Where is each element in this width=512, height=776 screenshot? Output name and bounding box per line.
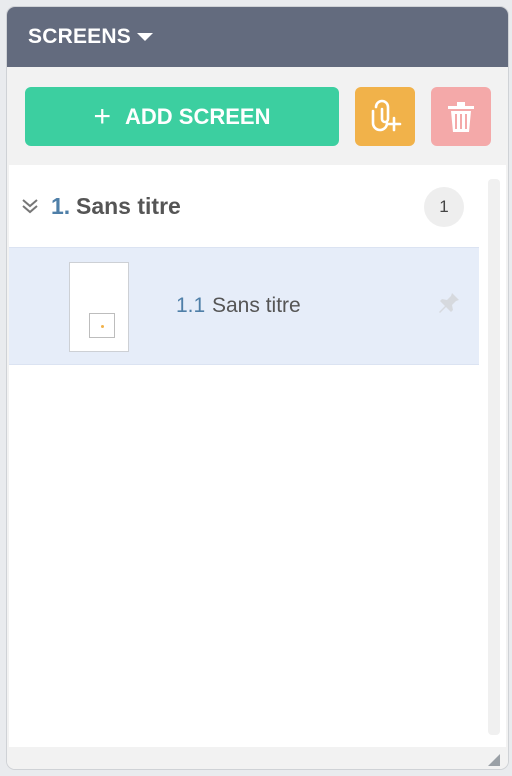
thumbnail-content: [89, 313, 115, 338]
link-plus-icon: [371, 99, 402, 131]
plus-icon: +: [93, 99, 112, 133]
trash-icon: [448, 101, 474, 132]
screen-number: 1.1: [176, 294, 206, 317]
screen-group-row[interactable]: 1. Sans titre 1: [9, 179, 479, 235]
screen-row[interactable]: 1.1 Sans titre: [9, 247, 479, 365]
screens-panel: SCREENS + ADD SCREEN 1. Sans titre 1 1.1…: [6, 6, 509, 770]
panel-footer: [7, 747, 508, 769]
chevron-down-icon[interactable]: [137, 33, 153, 41]
screen-thumbnail: [69, 262, 129, 352]
double-chevron-down-icon[interactable]: [21, 197, 39, 215]
toolbar: + ADD SCREEN: [7, 67, 508, 165]
scrollbar[interactable]: [488, 179, 500, 735]
screen-list: 1. Sans titre 1 1.1 Sans titre: [9, 165, 506, 747]
screen-name: Sans titre: [212, 294, 301, 317]
group-number: 1.: [51, 193, 71, 219]
delete-screen-button[interactable]: [431, 87, 491, 146]
resize-handle-icon[interactable]: [487, 753, 501, 767]
add-screen-label: ADD SCREEN: [125, 103, 271, 129]
group-count-badge: 1: [424, 187, 464, 227]
panel-title: SCREENS: [28, 25, 131, 48]
panel-header[interactable]: SCREENS: [7, 7, 508, 67]
link-screen-button[interactable]: [355, 87, 415, 146]
thumbnail-dot: [101, 325, 104, 328]
pin-icon[interactable]: [439, 291, 461, 317]
add-screen-button[interactable]: + ADD SCREEN: [25, 87, 339, 146]
group-name: Sans titre: [76, 193, 181, 219]
